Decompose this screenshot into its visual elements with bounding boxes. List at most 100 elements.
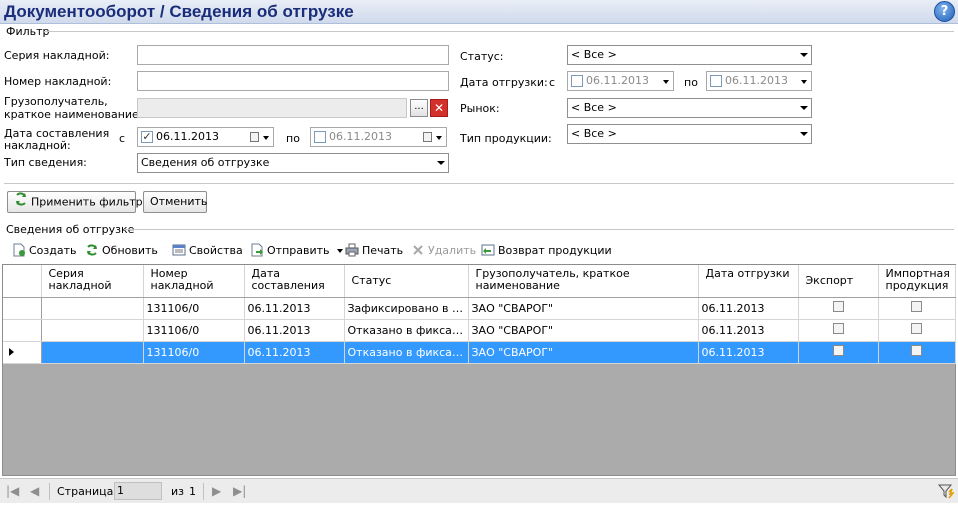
status-select[interactable]: < Все > — [567, 45, 812, 65]
table-header-row: Серия накладной Номер накладной Дата сос… — [3, 265, 956, 298]
product-type-value: < Все > — [571, 127, 617, 140]
shipments-table: Серия накладной Номер накладной Дата сос… — [3, 265, 956, 364]
row-header[interactable] — [3, 319, 42, 342]
row-header[interactable] — [3, 341, 42, 364]
cell-consignee: ЗАО "СВАРОГ" — [468, 341, 699, 364]
cell-compose-date: 06.11.2013 — [244, 319, 345, 342]
number-input[interactable] — [137, 71, 449, 91]
compose-to-label: по — [286, 132, 300, 145]
consignee-clear-icon[interactable]: ✕ — [430, 99, 448, 117]
column-header-ship-date[interactable]: Дата отгрузки — [698, 265, 799, 298]
chevron-down-icon[interactable] — [337, 249, 344, 253]
export-checkbox[interactable] — [832, 323, 844, 334]
row-header[interactable] — [3, 297, 42, 320]
shipments-grid: Серия накладной Номер накладной Дата сос… — [2, 264, 956, 476]
print-button[interactable]: Печать — [345, 242, 403, 260]
filter-icon[interactable] — [937, 483, 956, 502]
compose-from-checkbox[interactable]: ✓ — [141, 131, 153, 143]
compose-to-checkbox[interactable] — [314, 131, 326, 143]
return-products-button[interactable]: Возврат продукции — [481, 242, 612, 260]
cell-status: Отказано в фиксации — [344, 319, 469, 342]
export-checkbox[interactable] — [832, 301, 844, 312]
consignee-label-line1: Грузополучатель, — [4, 95, 108, 108]
market-select[interactable]: < Все > — [567, 98, 812, 118]
page-input[interactable]: 1 — [114, 482, 162, 500]
page-label: Страница — [57, 485, 114, 498]
filter-divider — [44, 31, 954, 32]
column-header-consignee[interactable]: Грузополучатель, краткое наименование — [468, 265, 699, 298]
current-row-icon — [9, 347, 14, 356]
table-row-selected[interactable]: 131106/0 06.11.2013 Отказано в фиксации … — [3, 341, 956, 364]
cell-ship-date: 06.11.2013 — [698, 319, 799, 342]
column-header-status[interactable]: Статус — [344, 265, 469, 298]
product-type-select[interactable]: < Все > — [567, 124, 812, 144]
pager-separator — [203, 483, 204, 500]
compose-from-date[interactable]: ✓ 06.11.2013 — [137, 127, 274, 147]
ship-to-date[interactable]: 06.11.2013 — [706, 71, 812, 91]
total-pages: 1 — [189, 485, 196, 498]
consignee-browse-button[interactable]: ... — [410, 99, 428, 117]
refresh-icon — [85, 243, 99, 257]
cell-number: 131106/0 — [143, 341, 245, 364]
table-row[interactable]: 131106/0 06.11.2013 Зафиксировано в ЕГ..… — [3, 297, 956, 320]
import-checkbox[interactable] — [911, 345, 922, 356]
compose-to-date[interactable]: 06.11.2013 — [310, 127, 447, 147]
chevron-down-icon[interactable] — [801, 80, 807, 84]
compose-from-value: 06.11.2013 — [156, 130, 219, 143]
send-icon — [250, 243, 264, 257]
filter-group-label: Фильтр — [6, 25, 50, 38]
ship-from-date[interactable]: 06.11.2013 — [567, 71, 674, 91]
chevron-down-icon — [437, 161, 445, 165]
export-checkbox[interactable] — [832, 345, 844, 356]
import-checkbox[interactable] — [911, 323, 922, 334]
filter-bottom-divider — [4, 183, 954, 184]
ship-to-checkbox[interactable] — [710, 75, 722, 87]
ship-from-checkbox[interactable] — [571, 75, 583, 87]
chevron-down-icon[interactable] — [263, 136, 269, 140]
send-button[interactable]: Отправить — [250, 242, 344, 260]
info-type-select[interactable]: Сведения об отгрузке — [137, 153, 449, 173]
create-button[interactable]: Создать — [12, 242, 77, 260]
chevron-down-icon[interactable] — [663, 80, 669, 84]
column-header-compose-date[interactable]: Дата составления — [244, 265, 345, 298]
title-bar: Документооборот / Сведения об отгрузке ? — [0, 0, 958, 24]
first-page-icon[interactable]: |◀ — [6, 484, 19, 498]
compose-from-label: с — [119, 132, 126, 145]
last-page-icon[interactable]: ▶| — [233, 484, 246, 498]
delete-button[interactable]: Удалить — [411, 242, 476, 260]
import-checkbox[interactable] — [911, 301, 922, 312]
market-value: < Все > — [571, 101, 617, 114]
cancel-filter-button[interactable]: Отменить — [143, 191, 207, 213]
compose-to-value: 06.11.2013 — [329, 130, 392, 143]
table-row[interactable]: 131106/0 06.11.2013 Отказано в фиксации … — [3, 319, 956, 342]
apply-filter-icon — [14, 192, 28, 213]
cell-ship-date: 06.11.2013 — [698, 341, 799, 364]
prev-page-icon[interactable]: ◀ — [30, 484, 39, 498]
info-type-label: Тип сведения: — [4, 156, 87, 169]
chevron-down-icon — [800, 106, 808, 110]
number-label: Номер накладной: — [4, 75, 112, 88]
page-title: Документооборот / Сведения об отгрузке — [4, 2, 354, 21]
cell-export — [798, 319, 879, 342]
market-label: Рынок: — [460, 102, 500, 115]
apply-filter-button[interactable]: Применить фильтр — [7, 191, 143, 213]
next-page-icon[interactable]: ▶ — [212, 484, 221, 498]
new-document-icon — [12, 243, 26, 257]
cell-series — [41, 319, 144, 342]
series-input[interactable] — [137, 45, 449, 65]
column-header-number[interactable]: Номер накладной — [143, 265, 245, 298]
calendar-icon[interactable] — [423, 132, 432, 142]
cancel-filter-label: Отменить — [150, 195, 208, 208]
properties-button[interactable]: Свойства — [172, 242, 243, 260]
cell-import — [878, 341, 956, 364]
calendar-icon[interactable] — [250, 132, 259, 142]
ship-date-label: Дата отгрузки: — [460, 76, 548, 89]
column-header-import[interactable]: Импортная продукция — [878, 265, 956, 298]
help-icon[interactable]: ? — [934, 1, 955, 22]
consignee-label-line2: краткое наименование: — [4, 108, 143, 121]
ship-to-label: по — [684, 76, 698, 89]
column-header-export[interactable]: Экспорт — [798, 265, 879, 298]
column-header-series[interactable]: Серия накладной — [41, 265, 144, 298]
refresh-button[interactable]: Обновить — [85, 242, 158, 260]
chevron-down-icon[interactable] — [436, 136, 442, 140]
